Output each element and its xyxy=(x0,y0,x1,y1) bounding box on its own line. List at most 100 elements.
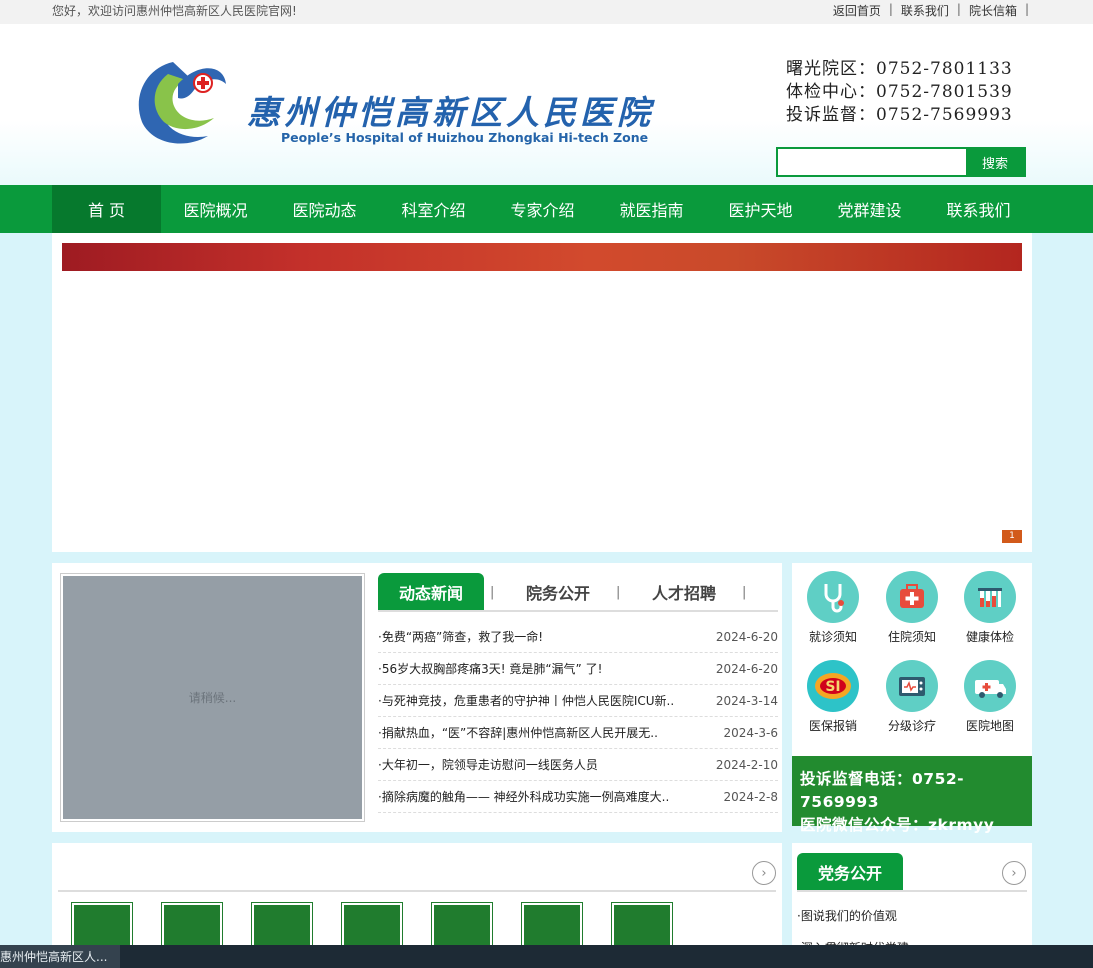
service-label: 医院地图 xyxy=(965,719,1014,733)
first-aid-kit-icon xyxy=(886,571,938,623)
surgery-tools-icon[interactable] xyxy=(71,902,133,949)
list-item[interactable]: ·免费“两癌”筛查，救了我一命! 2024-6-20 xyxy=(378,621,778,653)
divider: | xyxy=(616,585,621,600)
news-title[interactable]: ·摘除病魔的触角—— 神经外科成功实施一例高难度大.. xyxy=(378,788,669,805)
nav-item-guide[interactable]: 就医指南 xyxy=(597,185,706,233)
service-hospital-map[interactable]: 医院地图 xyxy=(955,660,1025,734)
hotline-banner[interactable]: 投诉监督电话：0752-7569993 医院微信公众号：zkrmyy xyxy=(792,756,1032,834)
chevron-right-icon[interactable]: › xyxy=(752,861,776,885)
news-date: 2024-3-6 xyxy=(723,725,778,740)
monitor-heart-icon xyxy=(886,660,938,712)
news-date: 2024-6-20 xyxy=(715,629,778,644)
service-label: 医保报销 xyxy=(808,719,857,733)
nav-item-contact[interactable]: 联系我们 xyxy=(924,185,1033,233)
patient-care-icon[interactable] xyxy=(521,902,583,949)
site-header: 惠州仲恺高新区人民医院 People’s Hospital of Huizhou… xyxy=(0,24,1093,185)
news-title[interactable]: ·捐献热血，“医”不容辞|惠州仲恺高新区人民开展无.. xyxy=(378,724,658,741)
chevron-right-icon[interactable]: › xyxy=(1002,861,1026,885)
news-date: 2024-6-20 xyxy=(715,661,778,676)
news-date: 2024-2-8 xyxy=(723,789,778,804)
service-visit-notice[interactable]: 就诊须知 xyxy=(798,571,868,645)
nav-item-news[interactable]: 医院动态 xyxy=(270,185,379,233)
director-mailbox-link[interactable]: 院长信箱 xyxy=(963,2,1023,19)
stethoscope-icon xyxy=(807,571,859,623)
hospital-bed-icon[interactable] xyxy=(611,902,673,949)
banner-page-indicator[interactable]: 1 xyxy=(1002,530,1022,543)
hospital-logo-icon[interactable] xyxy=(128,54,228,150)
service-health-checkup[interactable]: 健康体检 xyxy=(955,571,1025,645)
list-item[interactable]: ·大年初一，院领导走访慰问一线医务人员 2024-2-10 xyxy=(378,749,778,781)
ambulance-icon xyxy=(964,660,1016,712)
news-title[interactable]: ·与死神竞技，危重患者的守护神丨仲恺人民医院ICU新.. xyxy=(378,692,674,709)
back-home-link[interactable]: 返回首页 xyxy=(827,2,887,19)
divider: | xyxy=(742,585,747,600)
nav-item-experts[interactable]: 专家介绍 xyxy=(488,185,597,233)
child-icon[interactable] xyxy=(431,902,493,949)
news-title[interactable]: ·56岁大叔胸部疼痛3天! 竟是肺“漏气” 了! xyxy=(378,660,602,677)
news-title[interactable]: ·大年初一，院领导走访慰问一线医务人员 xyxy=(378,756,598,773)
hospital-name-en: People’s Hospital of Huizhou Zhongkai Hi… xyxy=(281,130,649,145)
taskbar: 惠州仲恺高新区人... xyxy=(0,945,1093,968)
phone-list: 曙光院区：0752-7801133 体检中心：0752-7801539 投诉监督… xyxy=(786,58,1013,127)
service-label: 健康体检 xyxy=(965,630,1014,644)
tab-news[interactable]: 动态新闻 xyxy=(378,573,484,610)
test-tubes-icon xyxy=(964,571,1016,623)
divider: | xyxy=(490,585,495,600)
divider xyxy=(797,890,1027,892)
news-panel: 请稍候... 动态新闻 | 院务公开 | 人才招聘 | ·免费“两癌”筛查，救了… xyxy=(52,563,782,832)
service-insurance[interactable]: SI 医保报销 xyxy=(798,660,868,734)
phone-line: 曙光院区：0752-7801133 xyxy=(786,59,1013,79)
loading-text: 请稍候... xyxy=(63,576,362,819)
list-item[interactable]: ·56岁大叔胸部疼痛3天! 竟是肺“漏气” 了! 2024-6-20 xyxy=(378,653,778,685)
search-input[interactable] xyxy=(778,149,966,175)
top-bar: 您好，欢迎访问惠州仲恺高新区人民医院官网! 返回首页 | 联系我们 | 院长信箱… xyxy=(0,0,1093,24)
nav-item-departments[interactable]: 科室介绍 xyxy=(379,185,488,233)
nav-item-home[interactable]: 首 页 xyxy=(52,185,161,233)
search-button[interactable]: 搜索 xyxy=(966,148,1024,176)
phone-line: 投诉监督：0752-7569993 xyxy=(786,105,1013,125)
hospital-name-cn: 惠州仲恺高新区人民医院 xyxy=(247,93,654,132)
news-tabs: 动态新闻 | 院务公开 | 人才招聘 | xyxy=(378,573,778,612)
mother-child-icon[interactable] xyxy=(341,902,403,949)
list-item[interactable]: ·与死神竞技，危重患者的守护神丨仲恺人民医院ICU新.. 2024-3-14 xyxy=(378,685,778,717)
news-title[interactable]: ·免费“两癌”筛查，救了我一命! xyxy=(378,628,543,645)
service-label: 住院须知 xyxy=(887,630,936,644)
phone-line: 体检中心：0752-7801539 xyxy=(786,82,1013,102)
service-inpatient-notice[interactable]: 住院须知 xyxy=(877,571,947,645)
search-box: 搜索 xyxy=(776,147,1026,177)
divider: | xyxy=(888,2,893,16)
wechat-account: 医院微信公众号：zkrmyy xyxy=(800,816,995,834)
tab-affairs[interactable]: 院务公开 xyxy=(518,573,598,610)
social-insurance-icon: SI xyxy=(807,660,859,712)
divider xyxy=(58,890,776,892)
banner-area: 1 xyxy=(52,233,1032,552)
news-date: 2024-3-14 xyxy=(715,693,778,708)
pregnant-woman-icon[interactable] xyxy=(251,902,313,949)
nav-item-staff[interactable]: 医护天地 xyxy=(706,185,815,233)
service-label: 就诊须知 xyxy=(808,630,857,644)
divider: | xyxy=(956,2,961,16)
news-list: ·免费“两癌”筛查，救了我一命! 2024-6-20 ·56岁大叔胸部疼痛3天! … xyxy=(378,621,778,813)
main-nav: 首 页 医院概况 医院动态 科室介绍 专家介绍 就医指南 医护天地 党群建设 联… xyxy=(0,185,1093,233)
news-date: 2024-2-10 xyxy=(715,757,778,772)
divider: | xyxy=(1024,2,1029,16)
nav-item-party[interactable]: 党群建设 xyxy=(815,185,924,233)
tab-party-affairs[interactable]: 党务公开 xyxy=(797,853,903,890)
tab-recruitment[interactable]: 人才招聘 xyxy=(644,573,724,610)
list-item[interactable]: ·摘除病魔的触角—— 神经外科成功实施一例高难度大.. 2024-2-8 xyxy=(378,781,778,813)
news-photo-slider[interactable]: 请稍候... xyxy=(60,573,365,822)
stethoscope-icon[interactable] xyxy=(161,902,223,949)
banner-image[interactable] xyxy=(62,243,1022,271)
list-item[interactable]: ·图说我们的价值观 xyxy=(797,907,1022,924)
contact-link[interactable]: 联系我们 xyxy=(895,2,955,19)
nav-item-overview[interactable]: 医院概况 xyxy=(161,185,270,233)
welcome-text: 您好，欢迎访问惠州仲恺高新区人民医院官网! xyxy=(52,4,297,18)
taskbar-tab[interactable]: 惠州仲恺高新区人... xyxy=(0,945,120,968)
service-label: 分级诊疗 xyxy=(887,719,936,733)
top-links: 返回首页 | 联系我们 | 院长信箱 | xyxy=(827,2,1031,19)
list-item[interactable]: ·捐献热血，“医”不容辞|惠州仲恺高新区人民开展无.. 2024-3-6 xyxy=(378,717,778,749)
service-tiered-care[interactable]: 分级诊疗 xyxy=(877,660,947,734)
svg-text:SI: SI xyxy=(825,679,840,695)
complaint-hotline: 投诉监督电话：0752-7569993 xyxy=(800,770,965,811)
quick-services: 就诊须知 住院须知 健康体检 SI 医保报销 分级诊疗 医院地图 xyxy=(792,563,1032,756)
